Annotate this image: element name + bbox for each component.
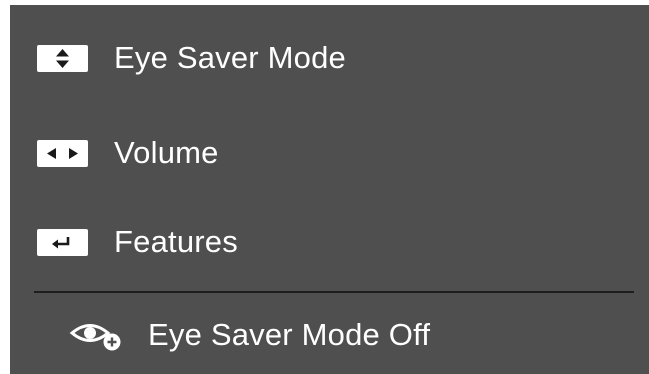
- menu-item-eye-saver-mode[interactable]: Eye Saver Mode: [37, 36, 346, 80]
- menu-item-label: Features: [114, 224, 238, 259]
- menu-item-features[interactable]: Features: [37, 220, 238, 264]
- eye-saver-icon: [69, 324, 121, 351]
- eye-saver-status-label: Eye Saver Mode Off: [148, 317, 431, 352]
- osd-menu-panel: Eye Saver Mode Volume Features Eye Saver: [10, 5, 649, 374]
- left-right-arrows-icon: [37, 139, 88, 167]
- menu-item-volume[interactable]: Volume: [37, 131, 219, 175]
- menu-item-label: Volume: [114, 135, 219, 170]
- menu-divider: [34, 291, 634, 293]
- enter-return-icon: [37, 228, 88, 256]
- eye-saver-status: Eye Saver Mode Off: [68, 313, 430, 357]
- up-down-arrows-icon: [37, 44, 88, 72]
- menu-item-label: Eye Saver Mode: [114, 40, 346, 75]
